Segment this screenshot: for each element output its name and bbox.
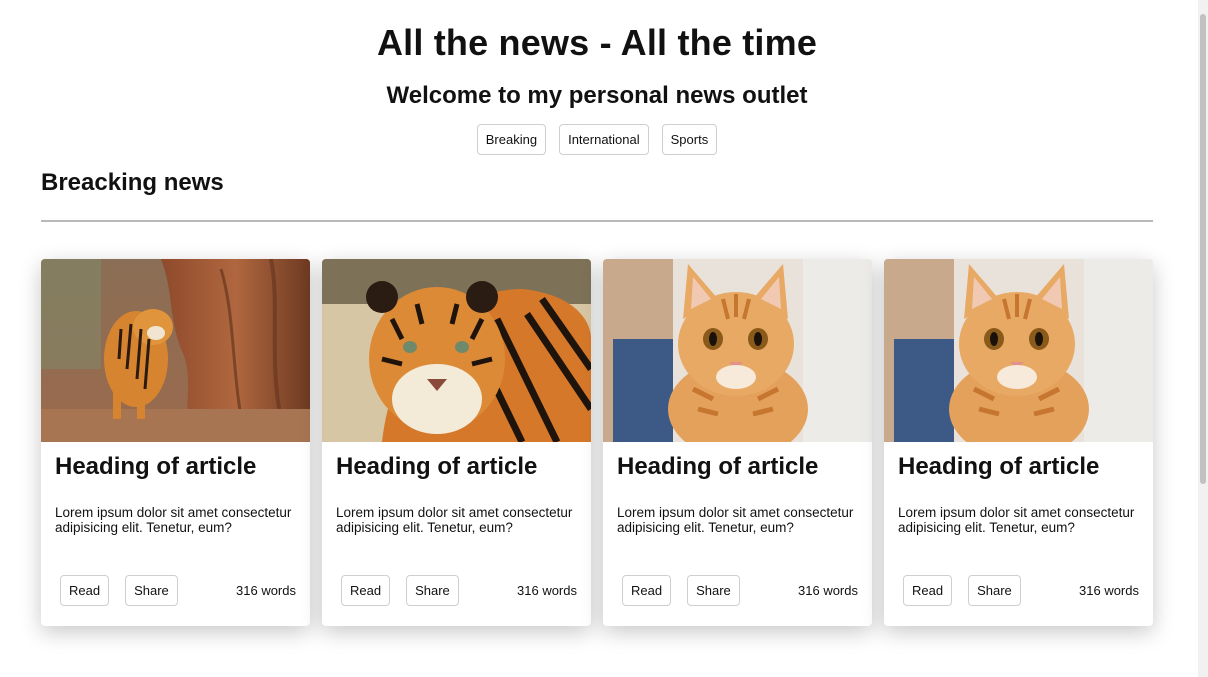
read-button[interactable]: Read [60,575,110,606]
article-excerpt: Lorem ipsum dolor sit amet consectetur a… [336,505,573,535]
article-heading: Heading of article [617,453,819,480]
share-button[interactable]: Share [125,575,178,606]
article-card: Heading of article Lorem ipsum dolor sit… [322,259,591,626]
nav-button-international[interactable]: International [559,124,649,155]
category-nav: Breaking International Sports [0,124,1194,155]
article-card: Heading of article Lorem ipsum dolor sit… [41,259,310,626]
word-count: 316 words [236,583,296,598]
article-card: Heading of article Lorem ipsum dolor sit… [884,259,1153,626]
word-count: 316 words [798,583,858,598]
article-heading: Heading of article [55,453,257,480]
card-actions: Read Share 316 words [341,575,577,606]
section-title: Breacking news [41,169,224,196]
nav-button-sports[interactable]: Sports [661,124,718,155]
article-excerpt: Lorem ipsum dolor sit amet consectetur a… [898,505,1135,535]
article-heading: Heading of article [898,453,1100,480]
tiger-by-tree-photo [41,259,310,442]
word-count: 316 words [517,583,577,598]
card-actions: Read Share 316 words [60,575,296,606]
share-button[interactable]: Share [406,575,459,606]
scrollbar-thumb[interactable] [1200,14,1206,484]
vertical-scrollbar[interactable] [1198,0,1208,677]
page-subtitle: Welcome to my personal news outlet [386,82,808,109]
orange-cat-photo [884,259,1153,442]
article-excerpt: Lorem ipsum dolor sit amet consectetur a… [55,505,292,535]
page: All the news - All the time Welcome to m… [0,0,1198,677]
read-button[interactable]: Read [903,575,953,606]
nav-button-breaking[interactable]: Breaking [476,124,547,155]
article-cards: Heading of article Lorem ipsum dolor sit… [41,259,1153,626]
word-count: 316 words [1079,583,1139,598]
article-heading: Heading of article [336,453,538,480]
article-excerpt: Lorem ipsum dolor sit amet consectetur a… [617,505,854,535]
tiger-closeup-photo [322,259,591,442]
share-button[interactable]: Share [687,575,740,606]
orange-cat-photo [603,259,872,442]
page-title: All the news - All the time [376,22,818,63]
read-button[interactable]: Read [622,575,672,606]
card-actions: Read Share 316 words [903,575,1139,606]
read-button[interactable]: Read [341,575,391,606]
share-button[interactable]: Share [968,575,1021,606]
card-actions: Read Share 316 words [622,575,858,606]
article-card: Heading of article Lorem ipsum dolor sit… [603,259,872,626]
section-divider [41,220,1153,222]
